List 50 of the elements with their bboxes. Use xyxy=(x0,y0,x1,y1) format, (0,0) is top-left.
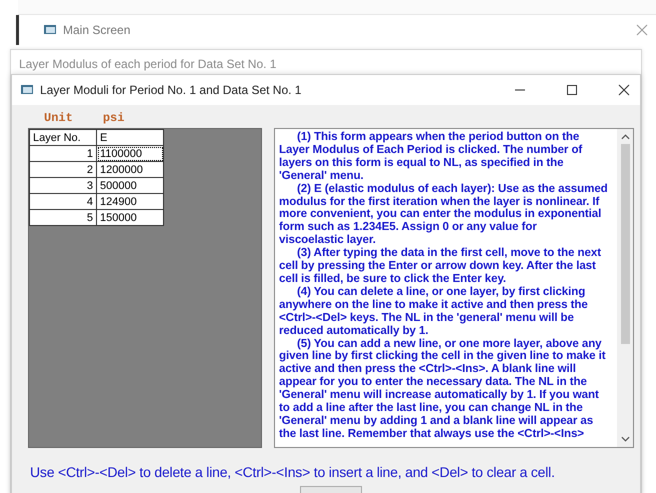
table-cell[interactable]: 500000 xyxy=(96,178,164,194)
scroll-down-icon[interactable] xyxy=(620,436,630,442)
column-header: Layer No. xyxy=(30,130,96,146)
help-text-line: active and then press the <Ctrl>-<Ins>. A blank line will xyxy=(279,363,577,376)
help-text-line: (2) E (elastic modulus of each layer): Use as the assumed xyxy=(296,182,609,196)
row-header: 4 xyxy=(30,194,96,210)
table-cell[interactable]: 150000 xyxy=(96,210,164,226)
help-text-line: viscoelastic layer. xyxy=(279,234,377,248)
unit-label: Unit xyxy=(44,111,73,125)
window-icon xyxy=(43,24,57,36)
help-text-line: layers on this form is equal to NL, as specified in the xyxy=(279,156,564,170)
help-text-line: (1) This form appears when the period button on the xyxy=(296,131,580,144)
row-header: 3 xyxy=(30,178,96,194)
row-header: 1 xyxy=(30,146,96,162)
help-text-line: cell by pressing the Enter or arrow down key. After the last xyxy=(279,260,597,273)
help-text-line: appear for you to enter the necessary data. The NL in the xyxy=(279,376,588,390)
help-text-line: <Ctrl>-<Del> keys. The NL in the 'general' menu will be xyxy=(279,312,575,325)
help-text-line: (5) You can add a new line, or one more layer, above any xyxy=(296,338,603,350)
window-icon xyxy=(20,84,34,96)
table-cell[interactable]: 124900 xyxy=(96,194,164,210)
window-title: Main Screen xyxy=(63,23,130,37)
help-text-line: (4) You can delete a line, or one layer, by first clicking xyxy=(296,286,586,299)
table-cell[interactable]: 1200000 xyxy=(96,162,164,178)
dialog-title: Layer Moduli for Period No. 1 and Data Set No. 1 xyxy=(40,83,302,97)
help-text-line: given line by first clicking the cell in the given line to make it xyxy=(279,350,606,364)
help-text-line: more convenient, you can enter the modulus in exponential xyxy=(279,208,602,222)
maximize-icon[interactable] xyxy=(566,84,578,96)
row-header: 5 xyxy=(30,210,96,226)
help-text-line: the last line. Remember that always use the <Ctrl>-<Ins> xyxy=(279,428,585,441)
table-cell[interactable]: 1100000 xyxy=(96,146,164,162)
help-text-line: cell is filled, be sure to click the Enter key. xyxy=(279,272,508,286)
help-text-line: 'General' menu. xyxy=(279,170,365,183)
help-text-line: to add a line after the last line, you can change NL in the xyxy=(279,402,584,415)
scroll-thumb[interactable] xyxy=(620,144,630,344)
scrollbar[interactable] xyxy=(617,129,633,447)
help-text-line: (3) After typing the data in the first cell, move to the next xyxy=(296,247,602,260)
column-header: E xyxy=(96,130,164,146)
help-text-line: Layer Modulus of Each Period is clicked. The number of xyxy=(279,144,584,157)
row-header: 2 xyxy=(30,162,96,178)
hint-text: Use <Ctrl>-<Del> to delete a line, <Ctrl>-<Ins> to insert a line, and <Del> to clear a cell. xyxy=(29,463,556,480)
help-text-line: modulus for the first iteration when the layer is nonlinear. If xyxy=(279,196,600,208)
help-text-line: 'General' menu by adding 1 and a blank line will appear as xyxy=(279,414,594,428)
help-text-line: anywhere on the line to make it active and then press the xyxy=(279,298,589,312)
window-title: Layer Modulus of each period for Data Set No. 1 xyxy=(18,56,278,73)
help-text-line: form such as 1.234E5. Assign 0 or any value for xyxy=(279,221,538,234)
help-text-line: reduced automatically by 1. xyxy=(279,324,430,338)
scroll-up-icon[interactable] xyxy=(620,134,630,140)
help-text-line: 'General' menu will increase automatically by 1. If you want xyxy=(279,389,600,402)
close-icon[interactable] xyxy=(618,84,630,96)
unit-value: psi xyxy=(102,111,124,125)
